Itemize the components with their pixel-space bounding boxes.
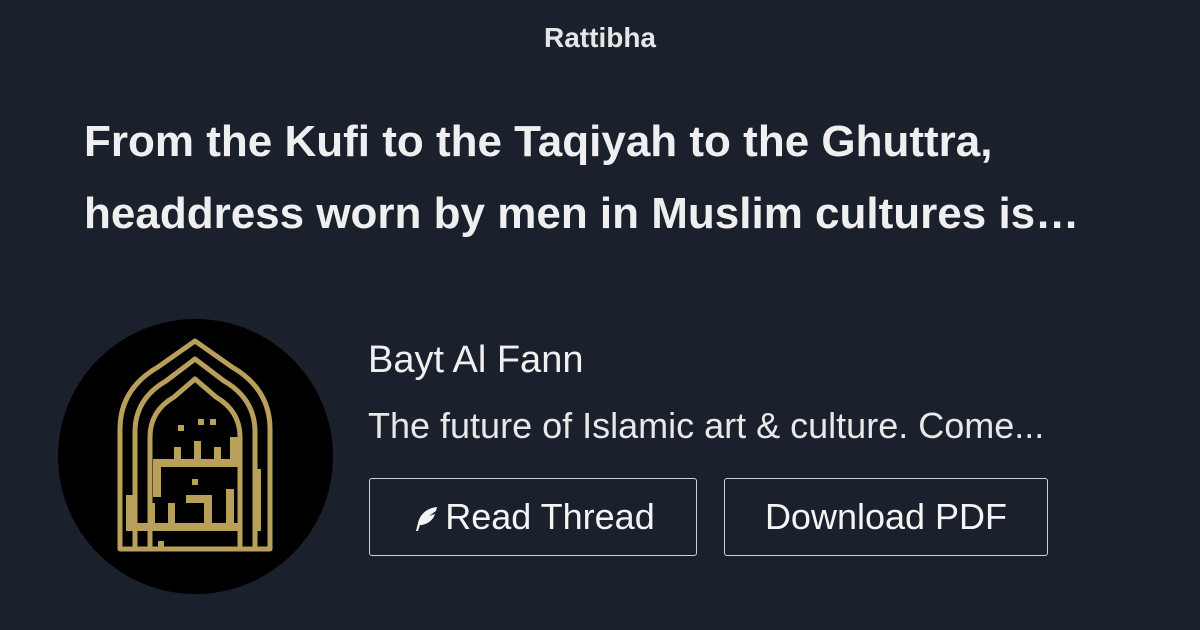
author-bio: The future of Islamic art & culture. Com… bbox=[368, 405, 1045, 446]
read-thread-label: Read Thread bbox=[445, 496, 655, 537]
bayt-al-fann-logo bbox=[117, 338, 273, 552]
author-avatar bbox=[58, 319, 333, 594]
feather-icon bbox=[416, 507, 438, 531]
thread-headline: From the Kufi to the Taqiyah to the Ghut… bbox=[84, 117, 1080, 238]
download-pdf-button[interactable]: Download PDF bbox=[724, 478, 1048, 556]
author-name: Bayt Al Fann bbox=[368, 339, 584, 381]
site-brand: Rattibha bbox=[544, 22, 656, 53]
read-thread-button[interactable]: Read Thread bbox=[369, 478, 697, 556]
download-pdf-label: Download PDF bbox=[764, 496, 1008, 537]
